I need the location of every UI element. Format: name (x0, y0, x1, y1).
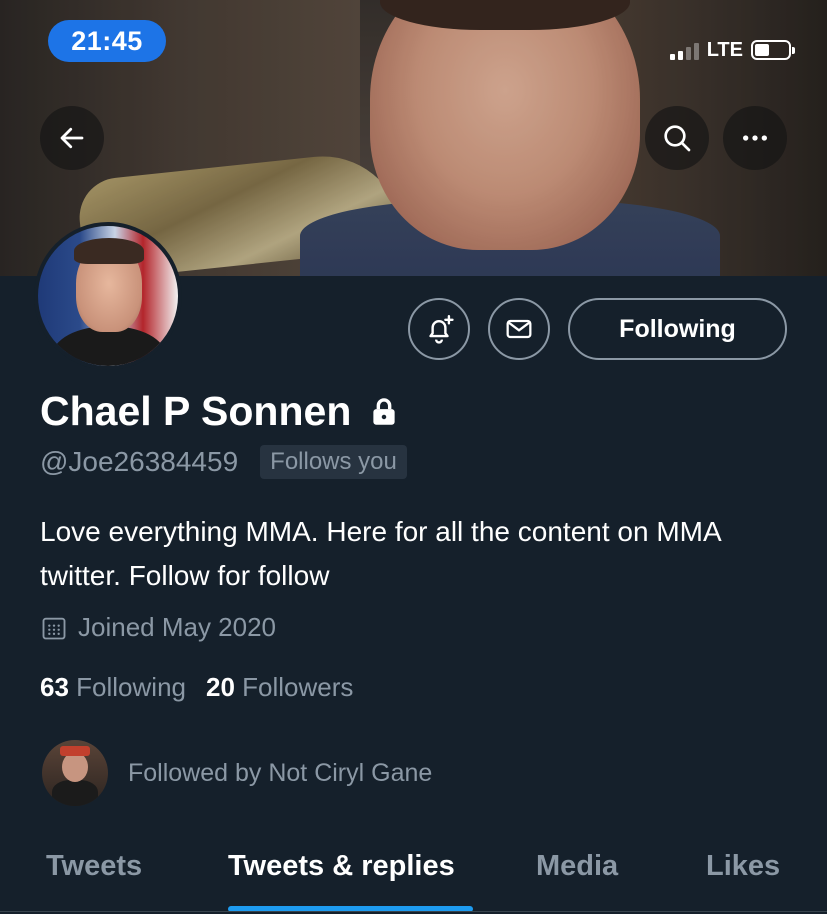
bell-plus-icon (429, 315, 454, 344)
lock-icon (373, 397, 395, 425)
profile-bio: Love everything MMA. Here for all the co… (40, 516, 721, 591)
profile-avatar[interactable] (34, 222, 182, 370)
following-button[interactable]: Following (568, 298, 787, 360)
tab-likes[interactable]: Likes (706, 850, 780, 883)
joined-text: Joined May 2020 (78, 612, 277, 642)
following-count-link[interactable]: 63 Following (40, 672, 186, 703)
follows-you-badge: Follows you (260, 445, 407, 479)
following-count: 63 (40, 672, 69, 702)
profile-handle: @Joe26384459 (40, 446, 239, 477)
more-horizontal-icon (743, 135, 767, 141)
tab-media[interactable]: Media (536, 850, 618, 883)
followers-label: Followers (242, 672, 354, 702)
battery-icon (751, 40, 795, 60)
tab-tweets[interactable]: Tweets (46, 850, 142, 883)
follow-counts: 63 Following 20 Followers (40, 672, 353, 703)
avatar-body (52, 326, 166, 366)
profile-tabs: Tweets Tweets & replies Media Likes (0, 840, 827, 914)
search-icon (664, 125, 691, 152)
mutual-follower-avatar (42, 740, 108, 806)
followers-count: 20 (205, 672, 235, 702)
message-button[interactable] (488, 298, 550, 360)
followed-by-text: Followed by Not Ciryl Gane (128, 758, 433, 787)
followed-by-row[interactable]: Followed by Not Ciryl Gane (42, 740, 432, 806)
network-type: LTE (706, 38, 743, 61)
status-indicators: LTE (669, 36, 795, 64)
tab-tweets-and-replies[interactable]: Tweets & replies (228, 850, 455, 883)
profile-name-row: Chael P Sonnen (40, 388, 401, 435)
notifications-button[interactable] (408, 298, 470, 360)
mail-icon (506, 319, 532, 339)
avatar-hair (74, 238, 144, 264)
calendar-icon (42, 617, 66, 639)
profile-name: Chael P Sonnen (40, 388, 352, 434)
search-button[interactable] (645, 106, 709, 170)
status-time[interactable]: 21:45 (48, 20, 166, 62)
arrow-left-icon (60, 127, 84, 149)
followers-count-link[interactable]: 20 Followers (206, 672, 353, 703)
joined-date: Joined May 2020 (40, 612, 276, 643)
back-button[interactable] (40, 106, 104, 170)
signal-icon (669, 40, 699, 60)
tabs-divider (0, 911, 827, 912)
more-button[interactable] (723, 106, 787, 170)
handle-row: @Joe26384459 Follows you (40, 445, 407, 479)
following-label: Following (76, 672, 186, 702)
